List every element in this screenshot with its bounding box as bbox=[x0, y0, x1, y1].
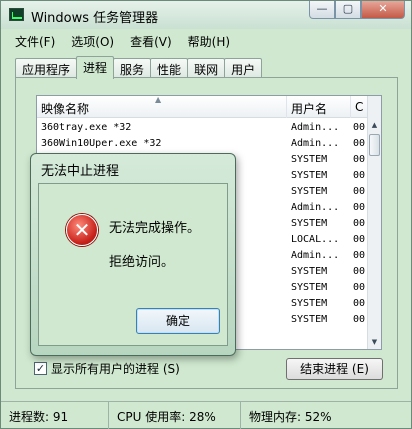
task-manager-window: Windows 任务管理器 — ▢ ✕ 文件(F) 选项(O) 查看(V) 帮助… bbox=[0, 0, 412, 429]
scroll-thumb[interactable] bbox=[369, 134, 380, 156]
column-header-user-name[interactable]: 用户名 bbox=[287, 96, 351, 118]
process-user: SYSTEM bbox=[291, 314, 328, 325]
ok-button[interactable]: 确定 bbox=[136, 308, 220, 334]
process-user: SYSTEM bbox=[291, 282, 328, 293]
process-user: SYSTEM bbox=[291, 266, 328, 277]
minimize-button[interactable]: — bbox=[309, 1, 335, 19]
show-all-users-label: 显示所有用户的进程 (S) bbox=[51, 362, 180, 376]
process-user: Admin... bbox=[291, 250, 340, 261]
process-user: Admin... bbox=[291, 202, 340, 213]
task-manager-icon bbox=[9, 8, 24, 21]
error-detail: 拒绝访问。 bbox=[109, 255, 175, 270]
sort-ascending-icon: ▲ bbox=[155, 95, 162, 104]
error-message: 无法完成操作。 bbox=[109, 221, 201, 236]
status-cpu-usage: CPU 使用率: 28% bbox=[109, 402, 241, 429]
window-title: Windows 任务管理器 bbox=[31, 11, 159, 26]
process-user: SYSTEM bbox=[291, 218, 328, 229]
process-user: SYSTEM bbox=[291, 170, 328, 181]
table-row[interactable]: 360Win10Uper.exe *32 Admin... 00 bbox=[37, 136, 371, 152]
error-dialog: 无法中止进程 ✕ 无法完成操作。 拒绝访问。 确定 bbox=[30, 153, 236, 356]
tab-performance[interactable]: 性能 bbox=[150, 58, 189, 78]
dialog-title: 无法中止进程 bbox=[41, 164, 120, 179]
column-header-image-name[interactable]: 映像名称 ▲ bbox=[37, 96, 287, 118]
status-memory-usage: 物理内存: 52% bbox=[249, 410, 332, 424]
scroll-up-icon[interactable]: ▲ bbox=[368, 118, 381, 132]
status-bar: 进程数: 91 CPU 使用率: 28% 物理内存: 52% bbox=[1, 401, 411, 429]
show-all-users-option[interactable]: ✓ 显示所有用户的进程 (S) bbox=[34, 360, 180, 377]
menu-file[interactable]: 文件(F) bbox=[7, 29, 63, 51]
process-user: SYSTEM bbox=[291, 298, 328, 309]
menu-help[interactable]: 帮助(H) bbox=[180, 29, 238, 51]
scroll-down-icon[interactable]: ▼ bbox=[368, 335, 381, 349]
process-name: 360Win10Uper.exe *32 bbox=[41, 138, 162, 149]
process-name: 360tray.exe *32 bbox=[41, 122, 132, 133]
menu-bar: 文件(F) 选项(O) 查看(V) 帮助(H) bbox=[1, 29, 411, 51]
process-user: SYSTEM bbox=[291, 154, 328, 165]
vertical-scrollbar[interactable]: ▲ ▼ bbox=[367, 96, 381, 349]
process-user: Admin... bbox=[291, 122, 340, 133]
column-header-label: 映像名称 bbox=[41, 102, 90, 116]
menu-options[interactable]: 选项(O) bbox=[63, 29, 122, 51]
maximize-button[interactable]: ▢ bbox=[335, 1, 361, 19]
tab-services[interactable]: 服务 bbox=[113, 58, 152, 78]
error-icon: ✕ bbox=[66, 214, 98, 246]
show-all-users-checkbox[interactable]: ✓ bbox=[34, 362, 47, 375]
process-user: SYSTEM bbox=[291, 186, 328, 197]
tab-strip: 应用程序 进程 服务 性能 联网 用户 bbox=[15, 56, 263, 79]
table-row[interactable]: 360tray.exe *32 Admin... 00 bbox=[37, 120, 371, 136]
column-headers: 映像名称 ▲ 用户名 C bbox=[37, 96, 381, 118]
tab-processes[interactable]: 进程 bbox=[76, 56, 115, 79]
tab-applications[interactable]: 应用程序 bbox=[15, 58, 78, 78]
dialog-body: ✕ 无法完成操作。 拒绝访问。 确定 bbox=[38, 183, 228, 346]
process-user: Admin... bbox=[291, 138, 340, 149]
tab-networking[interactable]: 联网 bbox=[187, 58, 226, 78]
close-button[interactable]: ✕ bbox=[361, 1, 405, 19]
status-process-count: 进程数: 91 bbox=[1, 402, 109, 429]
end-process-button[interactable]: 结束进程 (E) bbox=[286, 358, 383, 380]
tab-users[interactable]: 用户 bbox=[224, 58, 263, 78]
process-user: LOCAL... bbox=[291, 234, 340, 245]
title-bar[interactable]: Windows 任务管理器 — ▢ ✕ bbox=[1, 1, 411, 29]
menu-view[interactable]: 查看(V) bbox=[122, 29, 180, 51]
